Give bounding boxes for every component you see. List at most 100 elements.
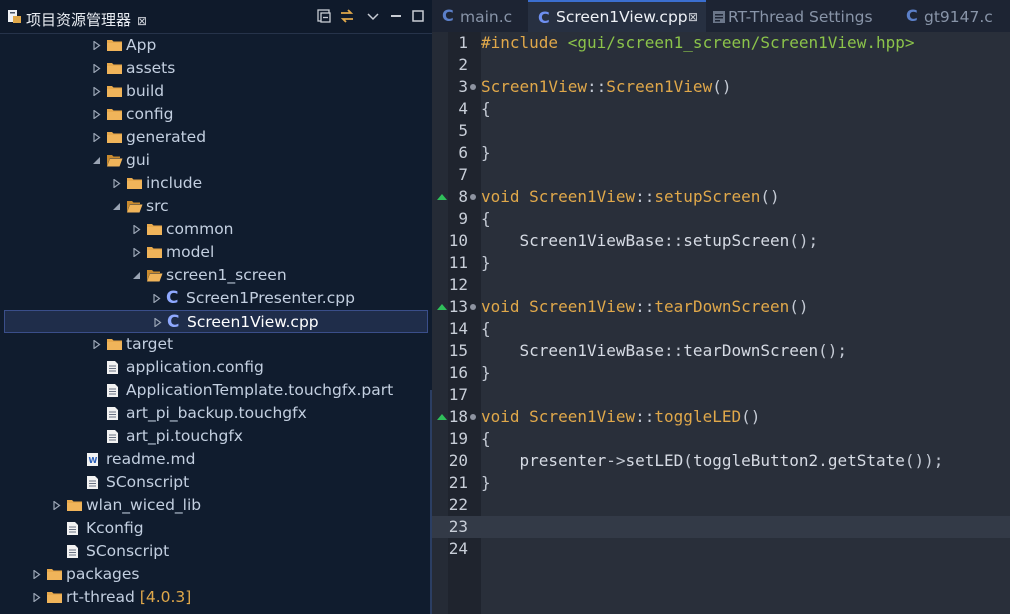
tab-rt-thread-settings[interactable]: RT-Thread Settings [706, 0, 896, 32]
tree-item[interactable]: build [0, 80, 428, 103]
link-with-editor-icon[interactable] [339, 8, 355, 24]
collapsed-arrow-icon[interactable] [33, 593, 41, 602]
collapsed-arrow-icon[interactable] [93, 87, 101, 96]
tree-item[interactable]: ApplicationTemplate.touchgfx.part [0, 379, 428, 402]
code-token: setLED [625, 451, 684, 470]
line-number: 10 [448, 231, 468, 250]
tree-item[interactable]: gui [0, 149, 428, 172]
collapsed-arrow-icon[interactable] [154, 318, 162, 327]
code-token: void [481, 297, 530, 316]
line-number: 19 [448, 429, 468, 448]
tree-item[interactable]: common [0, 218, 428, 241]
open-folder-icon [147, 270, 163, 282]
tree-item[interactable]: Kconfig [0, 517, 428, 540]
tree-item[interactable]: SConscript [0, 471, 428, 494]
collapsed-arrow-icon[interactable] [93, 340, 101, 349]
svg-text:W: W [89, 456, 98, 465]
chevron-down-icon[interactable] [365, 8, 381, 24]
tree-item-label: packages [66, 565, 140, 583]
minimize-icon[interactable] [388, 8, 404, 24]
close-icon[interactable]: ⊠ [137, 14, 147, 28]
c-file-icon: C [166, 288, 179, 308]
code-token: () [712, 77, 732, 96]
tab-main-c[interactable]: Cmain.c [432, 0, 528, 32]
fold-marker-icon[interactable] [470, 414, 476, 420]
collapsed-arrow-icon[interactable] [33, 570, 41, 579]
code-line: Screen1ViewBase::tearDownScreen(); [481, 341, 848, 360]
line-number: 20 [448, 451, 468, 470]
tree-item[interactable]: art_pi_backup.touchgfx [0, 402, 428, 425]
fold-marker-icon[interactable] [470, 304, 476, 310]
line-number: 23 [448, 517, 468, 536]
collapsed-arrow-icon[interactable] [93, 110, 101, 119]
tab-gt9147-c[interactable]: Cgt9147.c [896, 0, 1010, 32]
fold-marker-icon[interactable] [470, 194, 476, 200]
line-number: 22 [448, 495, 468, 514]
fold-marker-icon[interactable] [470, 84, 476, 90]
code-token: toggleLED [654, 407, 742, 426]
tree-item[interactable]: model [0, 241, 428, 264]
tree-item[interactable]: App [0, 34, 428, 57]
file-icon [67, 522, 78, 535]
collapsed-arrow-icon[interactable] [53, 501, 61, 510]
tree-item[interactable]: generated [0, 126, 428, 149]
tree-item[interactable]: C Screen1View.cpp [4, 310, 428, 333]
tab-screen1view-cpp[interactable]: C Screen1View.cpp ⊠ [528, 0, 706, 32]
tree-item[interactable]: src [0, 195, 428, 218]
tree-item-label: screen1_screen [166, 266, 287, 284]
tree-item[interactable]: wlan_wiced_lib [0, 494, 428, 517]
folder-icon [147, 247, 162, 258]
explorer-header: 项目资源管理器 ⊠ [0, 0, 432, 34]
tree-item[interactable]: target [0, 333, 428, 356]
collapsed-arrow-icon[interactable] [133, 225, 141, 234]
code-line: #include <gui/screen1_screen/Screen1View… [481, 33, 914, 52]
tree-item[interactable]: packages [0, 563, 428, 586]
tree-item[interactable]: Wreadme.md [0, 448, 428, 471]
code-token: Screen1ViewBase [481, 341, 665, 360]
tree-item-label: Screen1Presenter.cpp [186, 289, 355, 307]
file-icon [107, 384, 118, 397]
tree-item[interactable]: rt-thread [4.0.3] [0, 586, 428, 609]
project-explorer-icon [8, 10, 21, 23]
file-icon [107, 407, 118, 420]
collapsed-arrow-icon[interactable] [93, 41, 101, 50]
collapse-all-icon[interactable] [316, 8, 332, 24]
line-number: 24 [448, 539, 468, 558]
collapsed-arrow-icon[interactable] [93, 64, 101, 73]
tree-item[interactable]: application.config [0, 356, 428, 379]
maximize-icon[interactable] [410, 8, 426, 24]
expanded-arrow-icon[interactable] [133, 271, 141, 280]
code-token: void [481, 187, 530, 206]
tree-item-label: App [126, 36, 157, 54]
tree-item[interactable]: assets [0, 57, 428, 80]
tree-item[interactable]: art_pi.touchgfx [0, 425, 428, 448]
tree-item[interactable]: include [0, 172, 428, 195]
tree-item[interactable]: SConscript [0, 540, 428, 563]
code-token: void [481, 407, 530, 426]
code-token: Screen1View [481, 77, 587, 96]
code-line: void Screen1View::toggleLED() [481, 407, 760, 426]
expanded-arrow-icon[interactable] [93, 156, 101, 165]
code-token: Screen1View [606, 77, 713, 96]
folder-icon [107, 339, 122, 350]
code-token: getState [827, 451, 905, 470]
collapsed-arrow-icon[interactable] [113, 179, 121, 188]
collapsed-arrow-icon[interactable] [133, 248, 141, 257]
tree-item-label: application.config [126, 358, 264, 376]
file-icon [107, 430, 118, 443]
tree-item[interactable]: screen1_screen [0, 264, 428, 287]
folder-icon [47, 569, 62, 580]
tab-close-icon[interactable]: ⊠ [688, 10, 698, 24]
code-token: { [481, 209, 491, 228]
folder-icon [107, 109, 122, 120]
tree-item-label: config [126, 105, 174, 123]
expanded-arrow-icon[interactable] [113, 202, 121, 211]
code-token: :: [664, 231, 684, 250]
collapsed-arrow-icon[interactable] [153, 294, 161, 303]
tab-label: main.c [460, 8, 513, 26]
explorer-title-group[interactable]: 项目资源管理器 ⊠ [26, 9, 147, 30]
tree-item[interactable]: C Screen1Presenter.cpp [0, 287, 428, 310]
folder-icon [107, 63, 122, 74]
tree-item[interactable]: config [0, 103, 428, 126]
collapsed-arrow-icon[interactable] [93, 133, 101, 142]
